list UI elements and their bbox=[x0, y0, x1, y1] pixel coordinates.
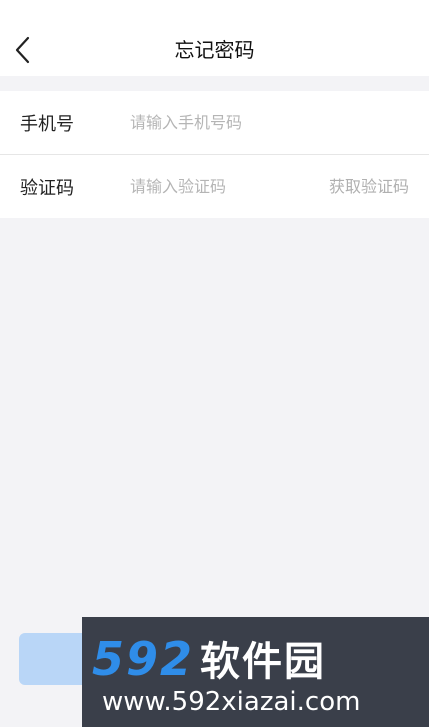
code-row: 验证码 获取验证码 bbox=[0, 155, 429, 218]
phone-input[interactable] bbox=[128, 112, 322, 133]
phone-label: 手机号 bbox=[20, 113, 74, 135]
code-input[interactable] bbox=[128, 176, 322, 197]
watermark-cn: 软件园 bbox=[200, 639, 327, 685]
page-title: 忘记密码 bbox=[174, 38, 255, 62]
watermark-logo: 592 软件园 www.592xiazai.com bbox=[82, 617, 429, 727]
code-label: 验证码 bbox=[20, 177, 74, 199]
watermark-brand: 592 软件园 bbox=[92, 629, 326, 687]
watermark-digits: 592 bbox=[92, 632, 195, 686]
watermark-url: www.592xiazai.com bbox=[102, 687, 361, 717]
top-bar: 忘记密码 bbox=[0, 0, 429, 76]
reset-form: 手机号 验证码 获取验证码 bbox=[0, 91, 429, 218]
get-code-button[interactable]: 获取验证码 bbox=[329, 173, 409, 197]
phone-row: 手机号 bbox=[0, 91, 429, 154]
